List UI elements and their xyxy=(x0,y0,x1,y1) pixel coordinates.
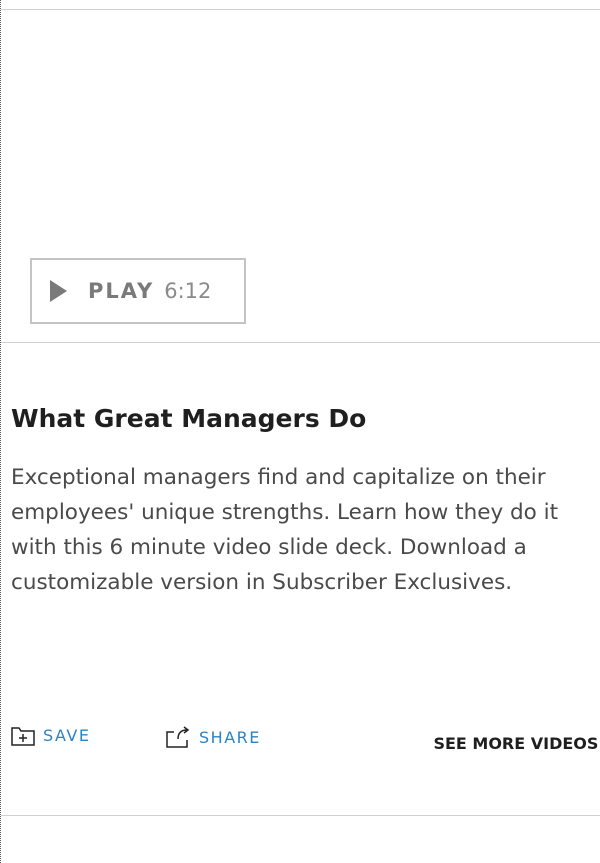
share-arrow-icon xyxy=(165,726,191,748)
page: PLAY 6:12 What Great Managers Do Excepti… xyxy=(0,0,600,863)
play-button[interactable]: PLAY 6:12 xyxy=(30,258,246,324)
play-icon xyxy=(50,280,67,302)
share-button[interactable]: SHARE xyxy=(165,726,261,748)
save-label: SAVE xyxy=(43,726,91,745)
video-title: What Great Managers Do xyxy=(11,404,367,433)
folder-plus-icon xyxy=(11,726,35,746)
play-label: PLAY xyxy=(88,279,155,303)
see-more-videos-link[interactable]: SEE MORE VIDEOS› xyxy=(433,734,600,753)
video-player[interactable]: PLAY 6:12 xyxy=(1,10,600,342)
video-description: Exceptional managers find and capitalize… xyxy=(11,465,559,595)
video-bottom-divider xyxy=(1,342,600,343)
see-more-label: SEE MORE VIDEOS xyxy=(433,734,599,753)
video-duration: 6:12 xyxy=(164,279,212,303)
action-bar: SAVE SHARE SEE MORE VIDEOS› xyxy=(1,726,600,762)
share-label: SHARE xyxy=(199,728,261,747)
save-button[interactable]: SAVE xyxy=(11,726,90,746)
bottom-divider xyxy=(1,815,600,816)
